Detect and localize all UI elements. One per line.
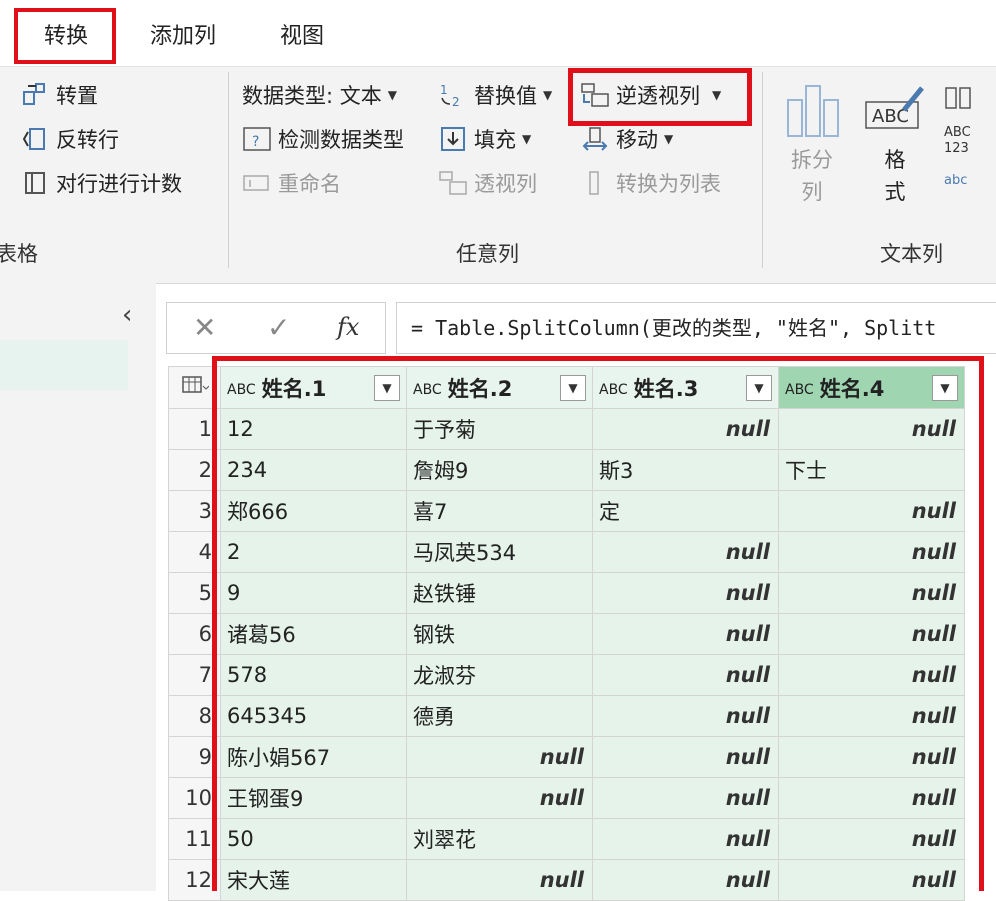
cancel-formula-icon[interactable]: ✕ <box>193 311 216 344</box>
svg-text:ABC: ABC <box>944 125 971 140</box>
move-button[interactable]: 移动 ▼ <box>580 124 673 154</box>
pivot-column-label: 透视列 <box>474 172 537 196</box>
svg-text:123: 123 <box>944 141 969 156</box>
chevron-down-icon: ▼ <box>387 88 397 102</box>
fill-button[interactable]: 填充 ▼ <box>438 124 531 154</box>
pivot-icon <box>439 171 467 195</box>
svg-text:abc: abc <box>944 173 967 188</box>
transpose-label: 转置 <box>56 84 98 108</box>
formula-input[interactable]: = Table.SplitColumn(更改的类型, "姓名", Splitt <box>396 302 996 354</box>
reverse-rows-icon <box>22 128 45 150</box>
reverse-rows-label: 反转行 <box>56 128 119 152</box>
split-columns-highlight <box>212 356 984 891</box>
chevron-down-icon: ▼ <box>664 132 674 146</box>
rename-label: 重命名 <box>278 172 341 196</box>
collapse-pane-icon[interactable]: ‹ <box>122 300 132 330</box>
data-type-dropdown[interactable]: 数据类型: 文本 ▼ <box>242 80 397 110</box>
svg-text:1: 1 <box>440 83 448 97</box>
ribbon-separator <box>228 72 229 268</box>
move-label: 移动 <box>616 128 658 152</box>
split-column-icon <box>787 85 839 137</box>
replace-values-icon: 12 <box>440 83 460 108</box>
reverse-rows-button[interactable]: 反转行 <box>20 124 119 154</box>
table-group-label: 表格 <box>0 242 38 266</box>
data-type-label: 数据类型: 文本 <box>242 84 382 108</box>
svg-text:2: 2 <box>452 95 460 108</box>
svg-text:?: ? <box>252 134 259 150</box>
transpose-button[interactable]: 转置 <box>20 80 98 110</box>
fx-icon[interactable]: fx <box>337 313 359 341</box>
count-rows-icon <box>25 172 45 194</box>
count-rows-button[interactable]: 对行进行计数 <box>20 168 182 198</box>
tab-view[interactable]: 视图 <box>280 18 324 50</box>
rename-button[interactable]: 重命名 <box>242 168 341 198</box>
tab-transform-highlight <box>14 8 116 64</box>
selected-query-item[interactable] <box>0 340 128 390</box>
format-label: 格式 <box>884 148 906 204</box>
fill-label: 填充 <box>474 128 516 152</box>
move-icon <box>582 127 608 151</box>
detect-data-type-button[interactable]: ? 检测数据类型 <box>242 124 404 154</box>
any-column-group-label: 任意列 <box>456 242 519 266</box>
convert-to-list-button[interactable]: 转换为列表 <box>580 168 721 198</box>
ribbon-separator <box>762 72 763 268</box>
tab-add-column[interactable]: 添加列 <box>150 18 216 50</box>
rename-icon <box>243 175 269 191</box>
transpose-icon <box>23 83 45 105</box>
format-button[interactable]: ABC 格式 <box>862 80 928 220</box>
text-column-group-label: 文本列 <box>880 242 943 266</box>
pivot-column-button[interactable]: 透视列 <box>438 168 537 198</box>
count-rows-label: 对行进行计数 <box>56 172 182 196</box>
format-icon: ABC <box>865 86 924 129</box>
fill-down-icon <box>441 127 465 151</box>
replace-values-label: 替换值 <box>474 84 537 108</box>
confirm-formula-icon[interactable]: ✓ <box>267 311 290 344</box>
text-tools-column[interactable]: ABC 123 abc <box>944 84 996 204</box>
convert-to-list-label: 转换为列表 <box>616 172 721 196</box>
ribbon-tab-bar: 转换 添加列 视图 <box>0 0 996 66</box>
unpivot-highlight <box>568 68 752 126</box>
list-icon <box>589 171 599 195</box>
formula-controls: ✕ ✓ fx <box>166 302 386 354</box>
table-icon <box>181 376 209 393</box>
chevron-down-icon: ▼ <box>522 132 532 146</box>
split-column-button[interactable]: 拆分列 <box>782 80 842 220</box>
replace-values-button[interactable]: 12 替换值 ▼ <box>438 80 552 110</box>
text-tools-icons: ABC123 abc <box>944 87 971 188</box>
detect-data-type-label: 检测数据类型 <box>278 128 404 152</box>
chevron-down-icon: ▼ <box>543 88 553 102</box>
split-column-label: 拆分列 <box>791 148 833 204</box>
detect-type-icon: ? <box>243 127 271 151</box>
